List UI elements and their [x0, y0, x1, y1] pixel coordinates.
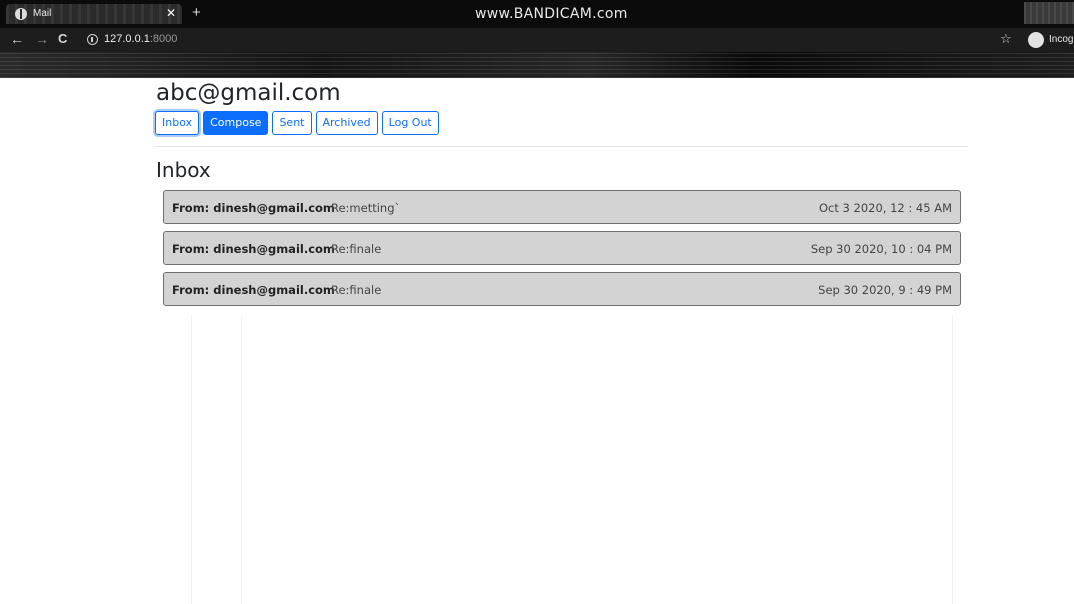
browser-tab-mail[interactable]: Mail ✕	[6, 4, 182, 24]
back-arrow-icon[interactable]: ←	[10, 30, 24, 48]
email-sender: From: dinesh@gmail.com	[172, 283, 335, 297]
sent-button[interactable]: Sent	[272, 111, 312, 135]
email-timestamp: Sep 30 2020, 10 : 04 PM	[810, 242, 952, 256]
bandicam-watermark: www.BANDICAM.com	[475, 6, 628, 22]
bookmarks-bar	[0, 52, 1074, 78]
email-timestamp: Oct 3 2020, 12 : 45 AM	[819, 201, 952, 215]
incognito-label: Incogn	[1049, 34, 1074, 45]
user-email-heading: abc@gmail.com	[156, 80, 341, 106]
forward-arrow-icon[interactable]: →	[35, 30, 49, 48]
new-tab-button[interactable]: +	[192, 4, 201, 22]
email-subject: Re:finale	[331, 283, 382, 297]
browser-chrome: Mail ✕ + www.BANDICAM.com ← → C 127.0.0.…	[0, 0, 1074, 78]
url-port: :8000	[149, 33, 178, 45]
tab-title: Mail	[33, 8, 52, 19]
site-info-icon[interactable]	[87, 34, 98, 45]
window-controls[interactable]	[1024, 2, 1074, 24]
browser-toolbar: ← → C 127.0.0.1:8000 ☆ Incogn	[0, 28, 1074, 52]
email-subject: Re:finale	[331, 242, 382, 256]
email-timestamp: Sep 30 2020, 9 : 49 PM	[818, 283, 952, 297]
tab-close-icon[interactable]: ✕	[166, 6, 176, 20]
email-row[interactable]: From: dinesh@gmail.com Re:metting` Oct 3…	[163, 190, 961, 224]
email-subject: Re:metting`	[331, 201, 401, 215]
background-artifact	[952, 315, 953, 604]
address-bar[interactable]: 127.0.0.1:8000	[104, 33, 177, 45]
incognito-icon[interactable]	[1028, 32, 1044, 48]
email-sender: From: dinesh@gmail.com	[172, 201, 335, 215]
log-out-button[interactable]: Log Out	[381, 111, 439, 135]
email-row[interactable]: From: dinesh@gmail.com Re:finale Sep 30 …	[163, 231, 961, 265]
background-artifact	[191, 315, 192, 604]
email-sender: From: dinesh@gmail.com	[172, 242, 335, 256]
compose-button[interactable]: Compose	[203, 111, 269, 135]
archived-button[interactable]: Archived	[315, 111, 378, 135]
email-list: From: dinesh@gmail.com Re:metting` Oct 3…	[163, 190, 961, 313]
nav-button-row: Inbox Compose Sent Archived Log Out	[155, 111, 439, 135]
bookmark-star-icon[interactable]: ☆	[1000, 31, 1012, 47]
inbox-button[interactable]: Inbox	[155, 111, 200, 135]
reload-icon[interactable]: C	[58, 30, 67, 48]
mailbox-title: Inbox	[156, 158, 211, 182]
globe-icon	[15, 8, 27, 20]
background-artifact	[241, 315, 242, 604]
tab-strip: Mail ✕ + www.BANDICAM.com	[0, 0, 1074, 28]
url-host: 127.0.0.1	[104, 33, 150, 45]
email-row[interactable]: From: dinesh@gmail.com Re:finale Sep 30 …	[163, 272, 961, 306]
header-divider	[155, 146, 968, 147]
